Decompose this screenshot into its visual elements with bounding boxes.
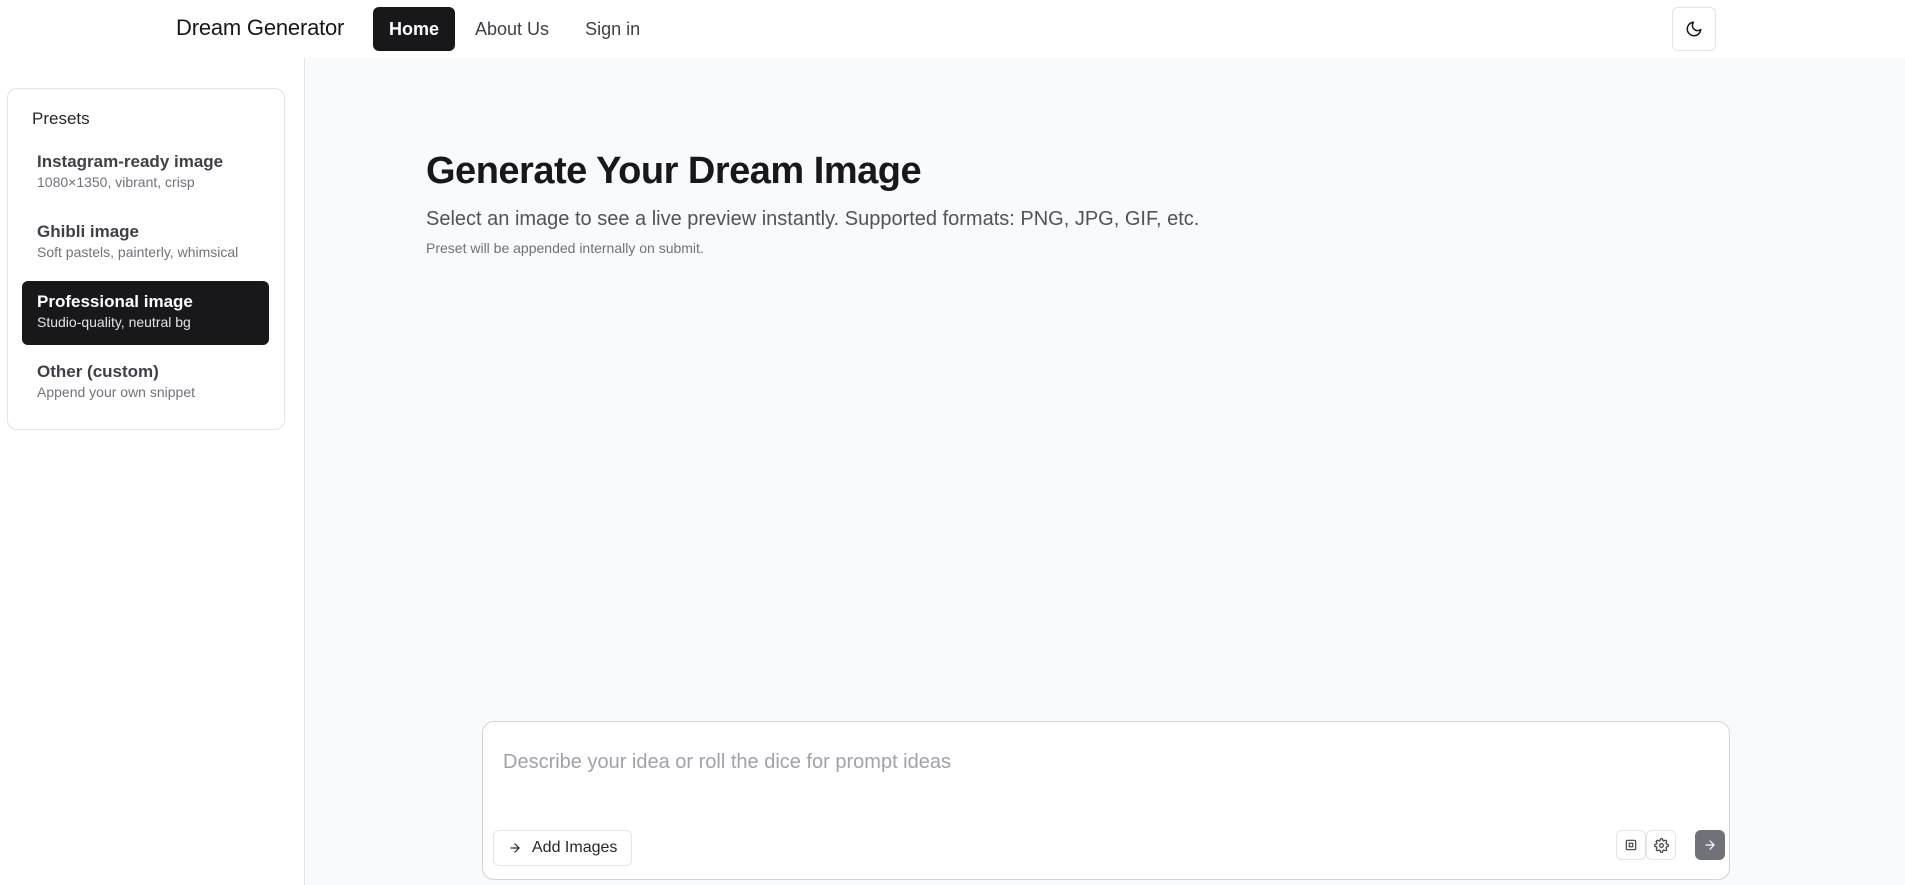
prompt-input[interactable] xyxy=(501,742,1701,782)
preset-ghibli[interactable]: Ghibli image Soft pastels, painterly, wh… xyxy=(22,211,269,275)
presets-title: Presets xyxy=(32,109,90,128)
sidebar: Presets Instagram-ready image 1080×1350,… xyxy=(0,58,305,885)
brand-name[interactable]: Dream Generator xyxy=(176,15,344,41)
preset-note: Preset will be appended internally on su… xyxy=(426,240,704,256)
preset-description: Soft pastels, painterly, whimsical xyxy=(37,244,239,260)
submit-button[interactable] xyxy=(1695,830,1725,860)
arrow-right-icon xyxy=(508,841,522,855)
presets-panel: Presets Instagram-ready image 1080×1350,… xyxy=(7,88,285,430)
preset-other-custom[interactable]: Other (custom) Append your own snippet xyxy=(22,351,269,415)
preset-professional[interactable]: Professional image Studio-quality, neutr… xyxy=(22,281,269,345)
nav-home[interactable]: Home xyxy=(373,7,456,51)
preset-label: Other (custom) xyxy=(37,362,159,381)
preset-label: Professional image xyxy=(37,292,193,311)
square-icon xyxy=(1624,838,1638,852)
preset-description: Studio-quality, neutral bg xyxy=(37,314,191,330)
add-images-button[interactable]: Add Images xyxy=(493,830,633,866)
arrow-right-icon xyxy=(1703,838,1717,852)
main-nav: Home About Us Sign in xyxy=(373,7,656,51)
moon-icon xyxy=(1685,20,1703,38)
main-content: Generate Your Dream Image Select an imag… xyxy=(306,58,1905,885)
preset-instagram[interactable]: Instagram-ready image 1080×1350, vibrant… xyxy=(22,141,269,205)
nav-about-us[interactable]: About Us xyxy=(459,7,565,51)
nav-sign-in[interactable]: Sign in xyxy=(569,7,656,51)
preset-label: Instagram-ready image xyxy=(37,152,224,171)
add-images-label: Add Images xyxy=(532,839,618,856)
preset-label: Ghibli image xyxy=(37,222,140,241)
gear-icon xyxy=(1653,837,1669,853)
theme-toggle-button[interactable] xyxy=(1672,7,1716,51)
settings-button[interactable] xyxy=(1646,830,1676,860)
size-option-button[interactable] xyxy=(1616,830,1646,860)
preset-description: 1080×1350, vibrant, crisp xyxy=(37,174,195,190)
top-header: Dream Generator Home About Us Sign in xyxy=(0,0,1905,58)
prompt-composer: Add Images xyxy=(482,721,1730,880)
preset-description: Append your own snippet xyxy=(37,384,195,400)
page-subtitle: Select an image to see a live preview in… xyxy=(426,208,1200,230)
page-title: Generate Your Dream Image xyxy=(426,150,922,192)
